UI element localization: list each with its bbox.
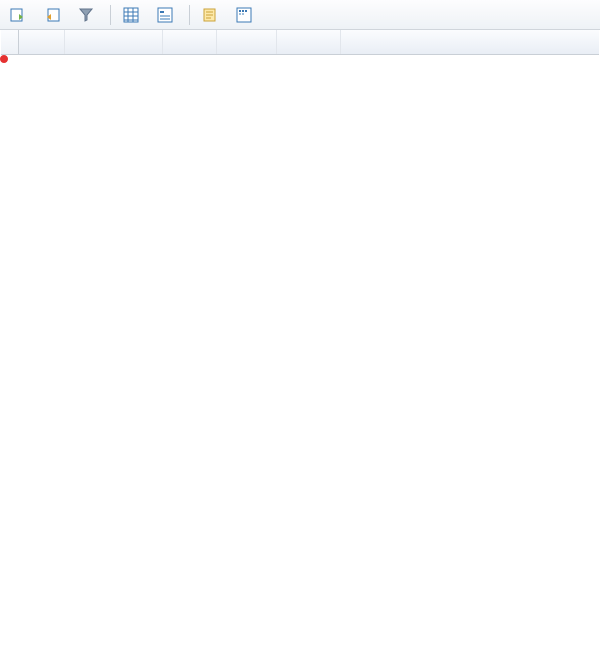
- import-icon: [10, 7, 26, 23]
- header-gutter: [1, 30, 19, 54]
- col-name[interactable]: [65, 30, 163, 54]
- hex-button[interactable]: [230, 3, 262, 27]
- toolbar: [0, 0, 600, 30]
- import-wizard-button[interactable]: [4, 3, 36, 27]
- filter-icon: [78, 7, 94, 23]
- col-id[interactable]: [19, 30, 65, 54]
- filter-wizard-button[interactable]: [72, 3, 104, 27]
- form-view-button[interactable]: [151, 3, 183, 27]
- col-addr[interactable]: [341, 30, 599, 54]
- export-icon: [44, 7, 60, 23]
- grid-icon: [123, 7, 139, 23]
- notes-button[interactable]: [196, 3, 228, 27]
- header-row: [1, 30, 599, 55]
- hex-icon: [236, 7, 252, 23]
- grid-view-button[interactable]: [117, 3, 149, 27]
- highlight-box: [0, 55, 8, 63]
- form-icon: [157, 7, 173, 23]
- notes-icon: [202, 7, 218, 23]
- data-grid[interactable]: [1, 30, 599, 55]
- toolbar-sep-1: [110, 5, 111, 25]
- export-wizard-button[interactable]: [38, 3, 70, 27]
- toolbar-sep-2: [189, 5, 190, 25]
- col-sex[interactable]: [163, 30, 217, 54]
- col-age[interactable]: [217, 30, 277, 54]
- col-class[interactable]: [277, 30, 341, 54]
